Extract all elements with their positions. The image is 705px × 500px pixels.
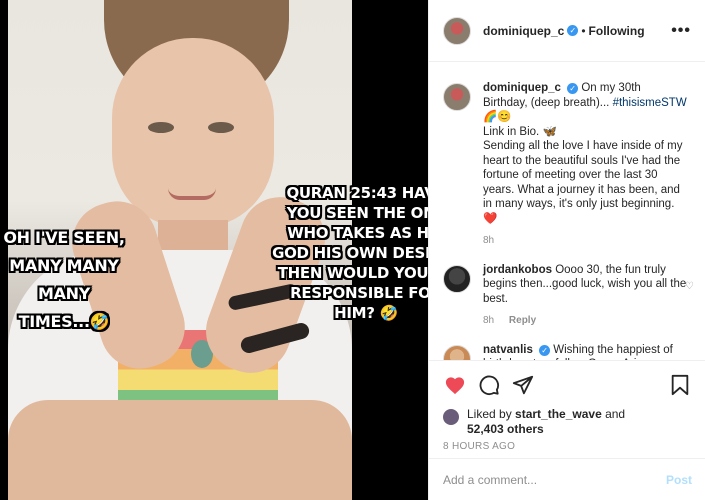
caption-emoji: 🌈😊 [483, 111, 512, 123]
likes-count[interactable]: 52,403 others [467, 422, 544, 436]
more-options-icon[interactable]: ••• [671, 22, 691, 40]
comment-input[interactable]: Add a comment... [443, 473, 537, 487]
comment-username[interactable]: natvanlis [483, 344, 533, 356]
heart-filled-icon[interactable] [443, 373, 467, 397]
post-button[interactable]: Post [666, 473, 692, 487]
meme-caption-right: QURAN 25:43 HAVE YOU SEEN THE ONE WHO TA… [272, 184, 428, 322]
liked-by: Liked by start_the_wave and 52,403 other… [443, 407, 692, 437]
post-sidebar: dominiquep_c ✓ • Following ••• dominique… [428, 0, 705, 500]
caption-comment: dominiquep_c ✓ On my 30th Birthday, (dee… [429, 81, 705, 249]
avatar[interactable] [443, 16, 471, 45]
reply-button[interactable]: Reply [509, 315, 536, 326]
caption-meta: 8h [483, 234, 688, 249]
post-header: dominiquep_c ✓ • Following ••• [429, 0, 705, 62]
comment-icon[interactable] [477, 373, 501, 397]
share-icon[interactable] [511, 373, 535, 397]
comment-username[interactable]: jordankobos [483, 264, 552, 276]
separator-dot: • [581, 23, 586, 38]
add-comment-bar: Add a comment... Post [429, 458, 705, 500]
post-actions: Liked by start_the_wave and 52,403 other… [429, 360, 705, 460]
verified-badge-icon: ✓ [567, 83, 579, 94]
list-item: natvanlis ✓ Wishing the happiest of birt… [429, 343, 705, 360]
caption-username[interactable]: dominiquep_c [483, 82, 561, 94]
header-username[interactable]: dominiquep_c [483, 24, 564, 38]
post-timestamp[interactable]: 8 HOURS AGO [443, 441, 692, 452]
list-item: jordankobos Oooo 30, the fun truly begin… [429, 263, 705, 329]
comment-time: 8h [483, 315, 495, 326]
meme-caption-left: OH I'VE SEEN, MANY MANY MANY TIMES...🤣 [3, 228, 125, 331]
avatar[interactable] [443, 264, 471, 293]
avatar[interactable] [443, 409, 459, 425]
comments-list[interactable]: dominiquep_c ✓ On my 30th Birthday, (dee… [429, 63, 705, 360]
following-button[interactable]: Following [589, 24, 645, 38]
verified-badge-icon: ✓ [539, 344, 551, 356]
heart-outline-icon[interactable]: ♡ [685, 281, 694, 292]
post-photo[interactable]: OH I'VE SEEN, MANY MANY MANY TIMES...🤣 Q… [0, 0, 428, 500]
caption-text-3: Sending all the love I have inside of my… [483, 140, 683, 210]
avatar[interactable] [443, 83, 471, 111]
caption-text-2: Link in Bio. 🦋 [483, 125, 557, 138]
liked-by-username[interactable]: start_the_wave [515, 407, 602, 421]
caption-hashtag[interactable]: #thisismeSTW [613, 97, 687, 109]
caption-body: dominiquep_c ✓ On my 30th Birthday, (dee… [483, 81, 688, 249]
bookmark-icon[interactable] [668, 373, 692, 397]
verified-badge-icon: ✓ [567, 25, 579, 36]
caption-time: 8h [483, 235, 495, 246]
heart-emoji: ❤️ [483, 212, 498, 225]
avatar[interactable] [443, 344, 471, 360]
